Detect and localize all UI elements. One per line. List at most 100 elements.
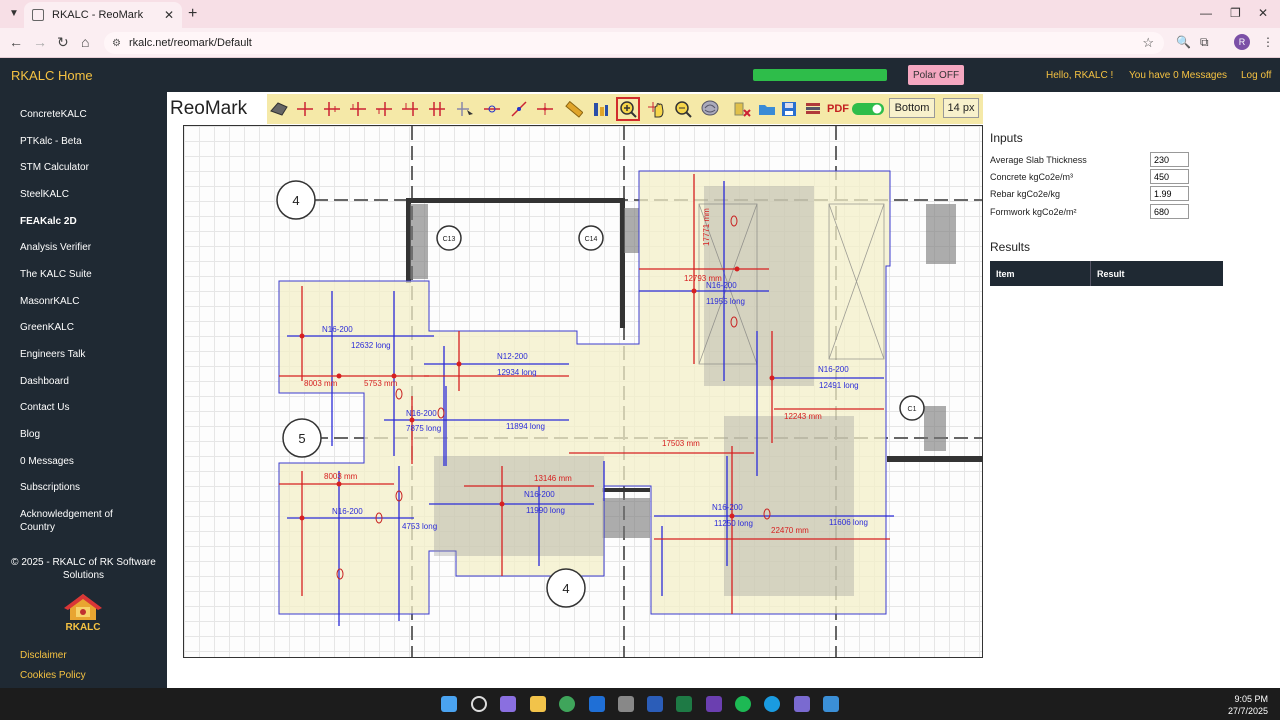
formwork-co2-input[interactable] [1150,204,1189,219]
sidebar-item-greenkalc[interactable]: GreenKALC [20,322,74,333]
sidebar-item-dashboard[interactable]: Dashboard [20,376,69,387]
tab-search-icon[interactable]: ▼ [6,6,22,22]
excel-icon[interactable] [676,696,692,712]
edge-icon[interactable] [764,696,780,712]
bar-tool-4-icon[interactable] [374,99,394,119]
bar-label-n16-a: N16-200 [322,325,353,334]
tab-close-icon[interactable]: ✕ [164,8,174,22]
spotify-icon[interactable] [735,696,751,712]
bar-tool-6-icon[interactable] [427,99,447,119]
ai-brain-icon[interactable] [700,99,720,119]
copyright-line-2: Solutions [62,570,105,581]
inputs-heading: Inputs [990,131,1023,145]
open-folder-icon[interactable] [757,99,777,119]
zoom-icon[interactable]: 🔍 [1176,35,1191,49]
slab-outline-tool-icon[interactable] [269,99,289,119]
forward-icon[interactable]: → [33,34,47,50]
floor-plan-drawing[interactable]: 4 5 4 C13 C14 C1 N16-200 12632 long N12-… [184,126,983,658]
text-size-button[interactable]: 14 px [943,98,979,118]
results-col-result: Result [1097,269,1125,279]
layers-stack-icon[interactable] [803,99,823,119]
slab-thickness-input[interactable] [1150,152,1189,167]
windows-start-icon[interactable] [441,696,457,712]
visual-studio-icon[interactable] [706,696,722,712]
cookies-policy-link[interactable]: Cookies Policy [20,670,86,681]
rebar-co2-input[interactable] [1150,186,1189,201]
sidebar-item-acknowledgement-line2[interactable]: Country [20,522,55,533]
brand-home-link[interactable]: RKALC Home [11,68,93,83]
logout-link[interactable]: Log off [1241,70,1271,81]
sidebar-item-steelkalc[interactable]: SteelKALC [20,189,69,200]
sidebar-item-stm-calculator[interactable]: STM Calculator [20,162,89,173]
save-icon[interactable] [779,99,799,119]
search-icon[interactable] [471,696,487,712]
zoom-fit-icon[interactable] [673,99,693,119]
sidebar-item-analysis-verifier[interactable]: Analysis Verifier [20,242,91,253]
export-pdf-button[interactable]: PDF [826,99,850,119]
sidebar-item-messages[interactable]: 0 Messages [20,456,74,467]
delete-clear-icon[interactable] [732,99,752,119]
sidebar-item-ptkalc[interactable]: PTKalc - Beta [20,136,82,147]
bar-point-tool-icon[interactable] [482,99,502,119]
bar-length-i: 11250 long [714,519,753,528]
page-title: ReoMark [170,98,248,119]
browser-menu-icon[interactable]: ⋮ [1262,35,1274,49]
sidebar-item-feakalc-2d[interactable]: FEAKalc 2D [20,216,77,227]
sidebar-item-kalc-suite[interactable]: The KALC Suite [20,269,92,280]
bookmark-star-icon[interactable]: ☆ [1142,35,1154,51]
site-info-icon[interactable]: ⚙ [112,38,121,49]
bar-tool-5-icon[interactable] [400,99,420,119]
sidebar-item-acknowledgement[interactable]: Acknowledgement of [20,509,113,520]
sidebar-item-contact-us[interactable]: Contact Us [20,402,69,413]
file-explorer-icon[interactable] [530,696,546,712]
sidebar-item-concretekalc[interactable]: ConcreteKALC [20,109,87,120]
sidebar-item-subscriptions[interactable]: Subscriptions [20,482,80,493]
dimension-tool-icon[interactable] [535,99,555,119]
bar-label-n16-d: N16-200 [406,409,437,418]
new-tab-icon[interactable]: + [188,5,197,23]
concrete-co2-input[interactable] [1150,169,1189,184]
disclaimer-link[interactable]: Disclaimer [20,650,67,661]
page-favicon-icon [32,9,44,21]
toggle-switch[interactable] [851,99,885,119]
ruler-icon[interactable] [564,99,584,119]
chrome-icon[interactable] [559,696,575,712]
url-field[interactable]: ⚙ rkalc.net/reomark/Default ☆ [104,32,1164,54]
profile-avatar[interactable]: R [1234,34,1250,50]
outlook-icon[interactable] [589,696,605,712]
browser-tab[interactable]: RKALC - ReoMark ✕ [24,2,182,28]
diagonal-bar-tool-icon[interactable] [509,99,529,119]
word-icon[interactable] [647,696,663,712]
back-icon[interactable]: ← [9,34,23,50]
minimize-icon[interactable]: — [1200,6,1212,20]
bar-tool-1-icon[interactable] [295,99,315,119]
bar-length-c: 11955 long [706,297,745,306]
copilot-icon[interactable] [500,696,516,712]
messages-link[interactable]: You have 0 Messages [1129,70,1227,81]
media-app-icon[interactable] [794,696,810,712]
drawing-canvas[interactable]: 4 5 4 C13 C14 C1 N16-200 12632 long N12-… [183,125,983,658]
window-close-icon[interactable]: ✕ [1258,6,1268,20]
bottom-layer-button[interactable]: Bottom [889,98,935,118]
bar-tool-2-icon[interactable] [322,99,342,119]
active-app-icon[interactable] [823,696,839,712]
bar-length-a: 12632 long [351,341,391,350]
bar-schedule-icon[interactable] [591,99,611,119]
reload-icon[interactable]: ↻ [57,34,69,51]
pan-hand-icon[interactable] [645,99,665,119]
greeting-link[interactable]: Hello, RKALC ! [1046,70,1113,81]
sidebar-item-blog[interactable]: Blog [20,429,40,440]
system-clock[interactable]: 9:05 PM 27/7/2025 [1228,693,1268,717]
select-bar-tool-icon[interactable] [455,99,475,119]
sidebar-item-engineers-talk[interactable]: Engineers Talk [20,349,85,360]
home-icon[interactable]: ⌂ [81,34,89,50]
sidebar-item-masonrkalc[interactable]: MasonrKALC [20,296,79,307]
bar-tool-3-icon[interactable] [348,99,368,119]
zoom-in-icon[interactable] [616,97,640,121]
bar-length-b: 12934 long [497,368,537,377]
snipping-tool-icon[interactable] [618,696,634,712]
polar-toggle-button[interactable]: Polar OFF [908,65,964,85]
extensions-icon[interactable]: ⧉ [1200,35,1209,50]
restore-icon[interactable]: ❐ [1230,6,1241,20]
bar-length-g: 11990 long [526,506,565,515]
